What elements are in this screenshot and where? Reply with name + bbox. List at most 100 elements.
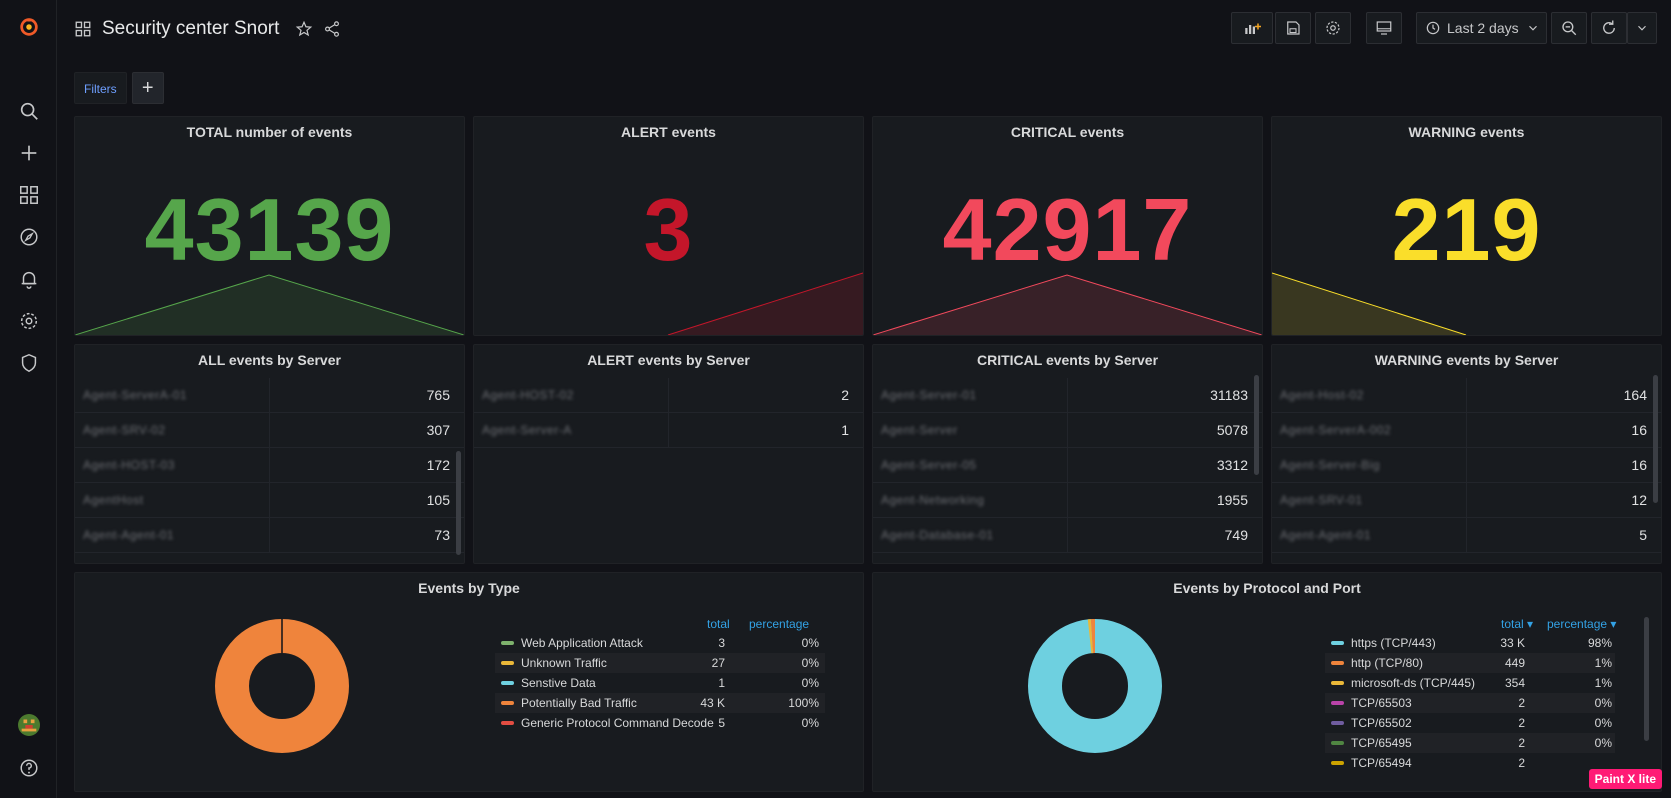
shield-icon[interactable] bbox=[14, 348, 44, 378]
table-panel-warning-events[interactable]: WARNING events by Server Agent-Host-02 16… bbox=[1271, 344, 1662, 564]
donut-chart bbox=[215, 619, 349, 753]
avatar[interactable] bbox=[14, 710, 44, 740]
filters-label[interactable]: Filters bbox=[74, 72, 127, 104]
add-panel-button[interactable] bbox=[1231, 12, 1273, 44]
table-row[interactable]: Agent-Database-01 749 bbox=[873, 518, 1262, 553]
scrollbar[interactable] bbox=[1653, 375, 1658, 503]
panel-title: WARNING events by Server bbox=[1374, 352, 1559, 368]
compass-icon[interactable] bbox=[14, 222, 44, 252]
legend-row[interactable]: Generic Protocol Command Decode 5 0% bbox=[495, 713, 825, 733]
table-row[interactable]: Agent-SRV-01 12 bbox=[1272, 483, 1661, 518]
table-row[interactable]: Agent-Server-A 1 bbox=[474, 413, 863, 448]
legend-row[interactable]: TCP/65494 2 bbox=[1325, 753, 1615, 773]
legend-percentage: 0% bbox=[801, 636, 819, 650]
legend-percentage: 0% bbox=[801, 676, 819, 690]
table-row[interactable]: Agent-HOST-03 172 bbox=[75, 448, 464, 483]
table-row[interactable]: Agent-Networking 1955 bbox=[873, 483, 1262, 518]
page-title[interactable]: Security center Snort bbox=[102, 18, 279, 40]
settings-button[interactable] bbox=[1315, 12, 1351, 44]
legend-row[interactable]: http (TCP/80) 449 1% bbox=[1325, 653, 1615, 673]
dashboard-grid-icon[interactable] bbox=[74, 20, 92, 38]
pie-panel-events-by-type[interactable]: Events by Type total percentage Web Appl… bbox=[74, 572, 864, 792]
table-panel-all-events[interactable]: ALL events by Server Agent-ServerA-01 765… bbox=[74, 344, 465, 564]
event-count: 5078 bbox=[1216, 422, 1248, 438]
table-panel-critical-events[interactable]: CRITICAL events by Server Agent-Server-0… bbox=[872, 344, 1263, 564]
legend-row[interactable]: Senstive Data 1 0% bbox=[495, 673, 825, 693]
star-icon[interactable] bbox=[295, 20, 313, 38]
event-count: 3312 bbox=[1216, 457, 1248, 473]
legend-row[interactable]: TCP/65503 2 0% bbox=[1325, 693, 1615, 713]
scrollbar[interactable] bbox=[1644, 617, 1649, 741]
table-row[interactable]: Agent-Server-01 31183 bbox=[873, 378, 1262, 413]
chevron-down-icon bbox=[1526, 21, 1540, 35]
table-row[interactable]: Agent-Agent-01 73 bbox=[75, 518, 464, 553]
panel-title: WARNING events bbox=[1408, 124, 1525, 140]
legend-table: total ▾ percentage ▾ https (TCP/443) 33 … bbox=[1325, 617, 1625, 791]
tv-mode-button[interactable] bbox=[1366, 12, 1402, 44]
pie-panel-events-by-protocol[interactable]: Events by Protocol and Port total ▾ perc… bbox=[872, 572, 1662, 792]
gear-icon[interactable] bbox=[14, 306, 44, 336]
table-row[interactable]: Agent-ServerA-01 765 bbox=[75, 378, 464, 413]
table-row[interactable]: AgentHost 105 bbox=[75, 483, 464, 518]
legend-total: 2 bbox=[1518, 696, 1525, 710]
panel-title: CRITICAL events by Server bbox=[976, 352, 1159, 368]
column-header-percentage[interactable]: percentage ▾ bbox=[1547, 617, 1616, 631]
panel-title: Events by Type bbox=[418, 580, 520, 596]
legend-row[interactable]: Web Application Attack 3 0% bbox=[495, 633, 825, 653]
legend-row[interactable]: Unknown Traffic 27 0% bbox=[495, 653, 825, 673]
server-table: Agent-HOST-02 2 Agent-Server-A 1 bbox=[474, 378, 863, 448]
event-count: 1 bbox=[841, 422, 849, 438]
column-header-total[interactable]: total bbox=[707, 617, 730, 631]
watermark: Paint X lite bbox=[1588, 769, 1662, 789]
refresh-button[interactable] bbox=[1591, 12, 1627, 44]
stat-panel-warning[interactable]: WARNING events 219 bbox=[1271, 116, 1662, 336]
share-icon[interactable] bbox=[323, 20, 341, 38]
table-row[interactable]: Agent-HOST-02 2 bbox=[474, 378, 863, 413]
column-header-percentage[interactable]: percentage bbox=[749, 617, 809, 631]
server-name: Agent-Agent-01 bbox=[83, 528, 175, 542]
table-row[interactable]: Agent-Server-05 3312 bbox=[873, 448, 1262, 483]
table-row[interactable]: Agent-SRV-02 307 bbox=[75, 413, 464, 448]
grafana-logo-icon[interactable] bbox=[14, 12, 44, 42]
table-row[interactable]: Agent-Agent-01 5 bbox=[1272, 518, 1661, 553]
zoom-out-button[interactable] bbox=[1551, 12, 1587, 44]
legend-row[interactable]: Potentially Bad Traffic 43 K 100% bbox=[495, 693, 825, 713]
server-name: Agent-HOST-03 bbox=[83, 458, 175, 472]
legend-total: 1 bbox=[718, 676, 725, 690]
chevron-down-icon bbox=[1635, 21, 1649, 35]
add-filter-button[interactable]: + bbox=[131, 72, 164, 104]
scrollbar[interactable] bbox=[456, 451, 461, 555]
column-header-total[interactable]: total ▾ bbox=[1501, 617, 1533, 631]
table-panel-alert-events[interactable]: ALERT events by Server Agent-HOST-02 2 Ag… bbox=[473, 344, 864, 564]
legend-row[interactable]: microsoft-ds (TCP/445) 354 1% bbox=[1325, 673, 1615, 693]
panel-title: ALL events by Server bbox=[198, 352, 341, 368]
table-row[interactable]: Agent-Host-02 164 bbox=[1272, 378, 1661, 413]
table-row[interactable]: Agent-Server-Big 16 bbox=[1272, 448, 1661, 483]
plus-icon[interactable] bbox=[14, 138, 44, 168]
table-row[interactable]: Agent-Server 5078 bbox=[873, 413, 1262, 448]
stat-panel-critical[interactable]: CRITICAL events 42917 bbox=[872, 116, 1263, 336]
legend-label: TCP/65494 bbox=[1351, 756, 1412, 770]
add-panel-icon bbox=[1243, 19, 1261, 37]
server-name: Agent-Server-01 bbox=[881, 388, 977, 402]
server-name: Agent-Server-05 bbox=[881, 458, 977, 472]
legend-row[interactable]: https (TCP/443) 33 K 98% bbox=[1325, 633, 1615, 653]
legend-label: TCP/65495 bbox=[1351, 736, 1412, 750]
refresh-icon bbox=[1600, 19, 1618, 37]
stat-panel-alert[interactable]: ALERT events 3 bbox=[473, 116, 864, 336]
panel-title: TOTAL number of events bbox=[186, 124, 353, 140]
bell-icon[interactable] bbox=[14, 264, 44, 294]
legend-swatch bbox=[501, 641, 514, 645]
scrollbar[interactable] bbox=[1254, 375, 1259, 475]
table-row[interactable]: Agent-ServerA-002 16 bbox=[1272, 413, 1661, 448]
legend-row[interactable]: TCP/65495 2 0% bbox=[1325, 733, 1615, 753]
legend-row[interactable]: TCP/65502 2 0% bbox=[1325, 713, 1615, 733]
legend-swatch bbox=[1331, 761, 1344, 765]
time-picker[interactable]: Last 2 days bbox=[1416, 12, 1547, 44]
stat-panel-total[interactable]: TOTAL number of events 43139 bbox=[74, 116, 465, 336]
help-icon[interactable] bbox=[14, 753, 44, 783]
search-icon[interactable] bbox=[14, 96, 44, 126]
save-button[interactable] bbox=[1275, 12, 1311, 44]
dashboards-icon[interactable] bbox=[14, 180, 44, 210]
refresh-interval-dropdown[interactable] bbox=[1627, 12, 1657, 44]
